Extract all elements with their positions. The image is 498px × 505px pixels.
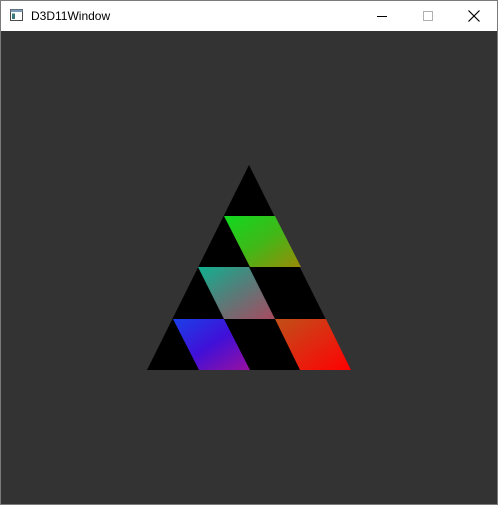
maximize-button[interactable] [405,1,451,31]
close-icon [468,10,480,22]
app-icon [10,9,23,21]
triangle-render [147,165,351,370]
close-button[interactable] [451,1,497,31]
render-viewport[interactable] [1,31,497,504]
title-bar[interactable]: D3D11Window [1,1,497,31]
maximize-icon [423,11,433,21]
app-window: D3D11Window [0,0,498,505]
minimize-icon [377,16,387,17]
window-title: D3D11Window [31,9,111,23]
minimize-button[interactable] [359,1,405,31]
